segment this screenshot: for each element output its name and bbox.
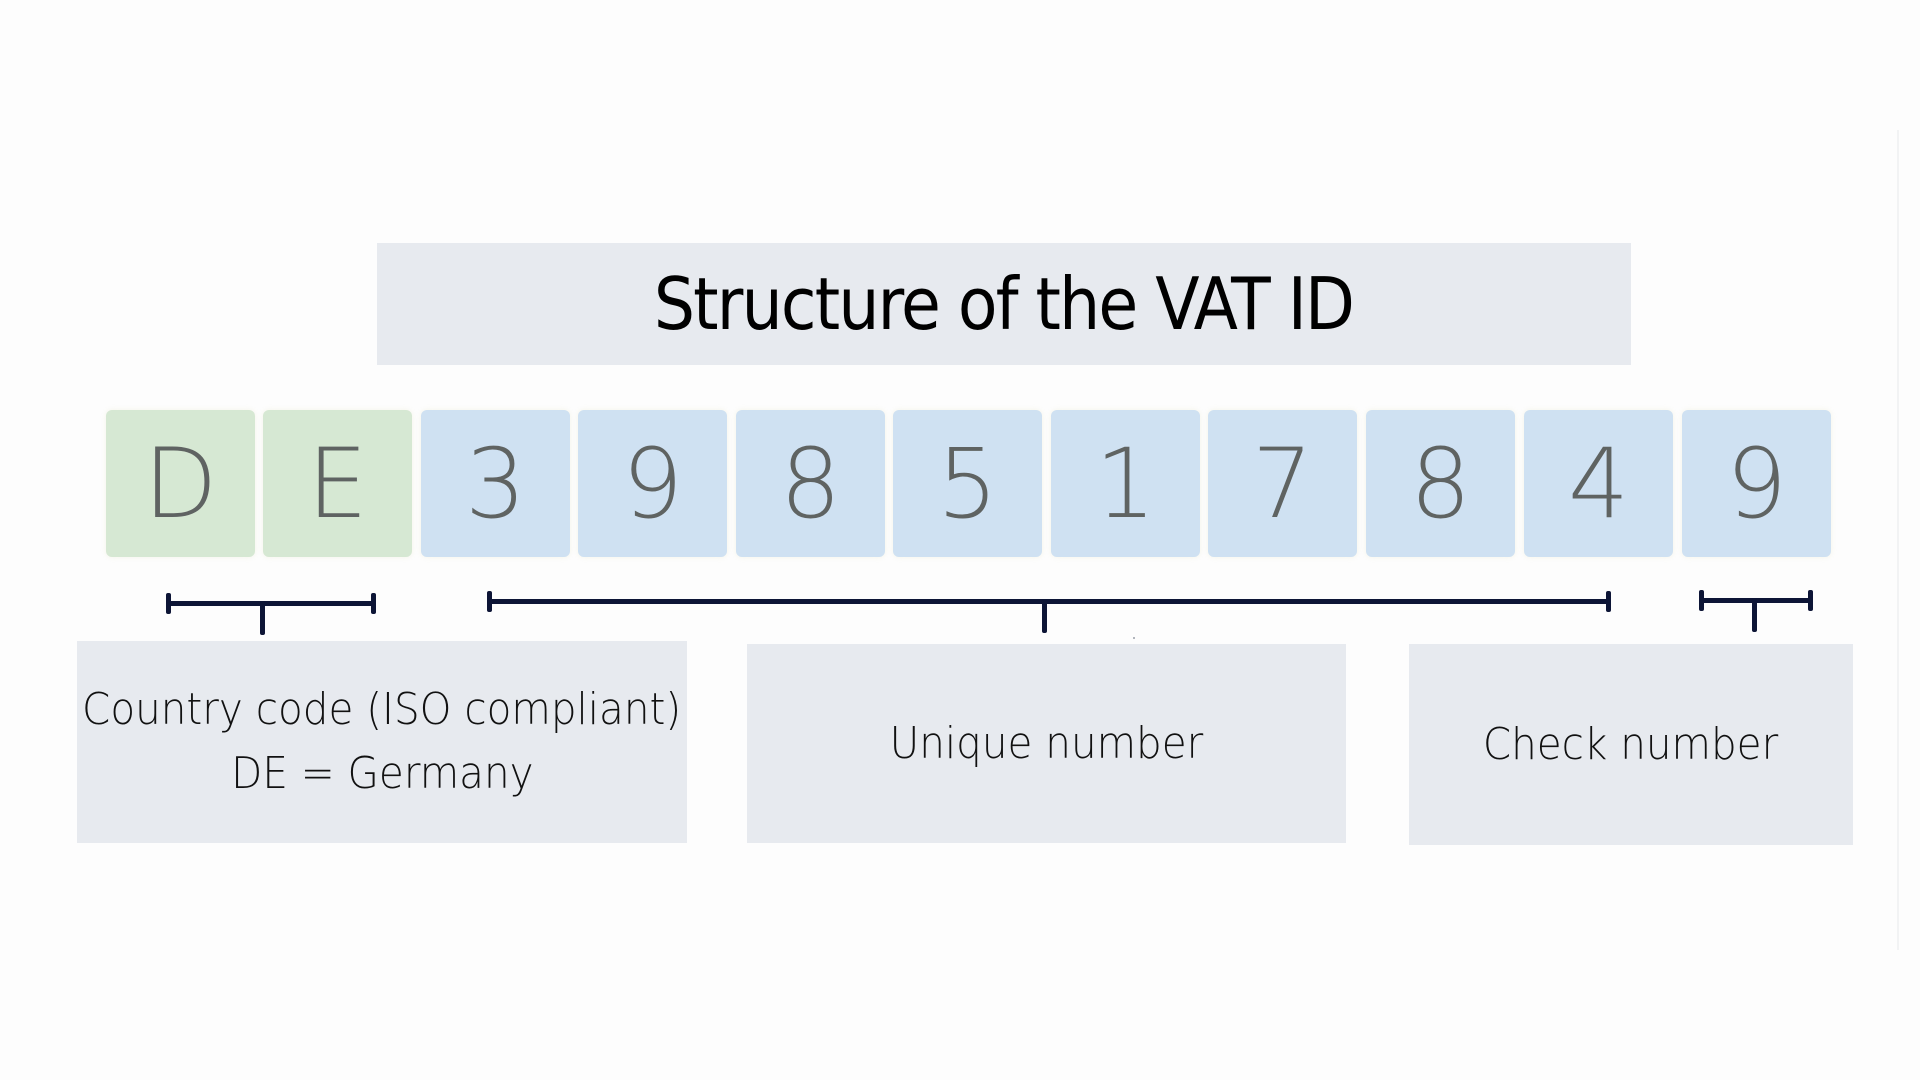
check-bracket (1699, 590, 1813, 636)
char-cell-unique: 1 (1051, 410, 1200, 557)
bracket-stem (1042, 599, 1047, 633)
unique-number-label: Unique number (889, 717, 1204, 769)
country-bracket (166, 593, 376, 639)
char-cell-unique: 3 (421, 410, 570, 557)
char-value: D (143, 427, 218, 540)
bracket-cap-right (1606, 591, 1611, 612)
bracket-stem (1752, 598, 1757, 632)
country-code-label: Country code (ISO compliant) (82, 684, 682, 735)
char-value: 3 (464, 427, 527, 540)
bracket-stem (260, 601, 265, 635)
char-cell-unique: 7 (1208, 410, 1357, 557)
check-number-label-box: Check number (1409, 644, 1853, 845)
char-cell-country: D (106, 410, 255, 557)
title-box: Structure of the VAT ID (377, 243, 1631, 365)
char-value: 7 (1251, 427, 1314, 540)
bracket-cap-left (1699, 590, 1704, 611)
diagram-title: Structure of the VAT ID (654, 262, 1355, 346)
char-cell-check: 9 (1682, 410, 1831, 557)
stray-dot (1133, 637, 1135, 639)
bracket-bar (487, 599, 1611, 604)
char-value: 9 (621, 427, 684, 540)
char-value: 5 (936, 427, 999, 540)
check-number-label: Check number (1483, 718, 1779, 770)
country-code-example: DE = Germany (230, 748, 534, 799)
bracket-bar (166, 601, 376, 606)
char-cell-unique: 8 (736, 410, 885, 557)
bracket-cap-left (166, 593, 171, 614)
unique-number-label-box: Unique number (747, 644, 1346, 843)
diagram-canvas: Structure of the VAT ID D E 3 9 8 5 1 7 … (0, 0, 1920, 1080)
char-value: 8 (779, 427, 842, 540)
char-cell-country: E (263, 410, 412, 557)
char-cell-unique: 5 (893, 410, 1042, 557)
bracket-cap-right (1808, 590, 1813, 611)
bracket-cap-left (487, 591, 492, 612)
char-cell-unique: 4 (1524, 410, 1673, 557)
country-code-label-box: Country code (ISO compliant) DE = German… (77, 641, 687, 843)
char-value: E (307, 427, 368, 540)
char-cell-unique: 8 (1366, 410, 1515, 557)
char-value: 8 (1409, 427, 1472, 540)
bracket-cap-right (371, 593, 376, 614)
char-cell-unique: 9 (578, 410, 727, 557)
char-value: 9 (1725, 427, 1788, 540)
unique-bracket (487, 591, 1611, 637)
edge-line (1897, 130, 1899, 950)
char-value: 1 (1094, 427, 1157, 540)
char-value: 4 (1567, 427, 1630, 540)
